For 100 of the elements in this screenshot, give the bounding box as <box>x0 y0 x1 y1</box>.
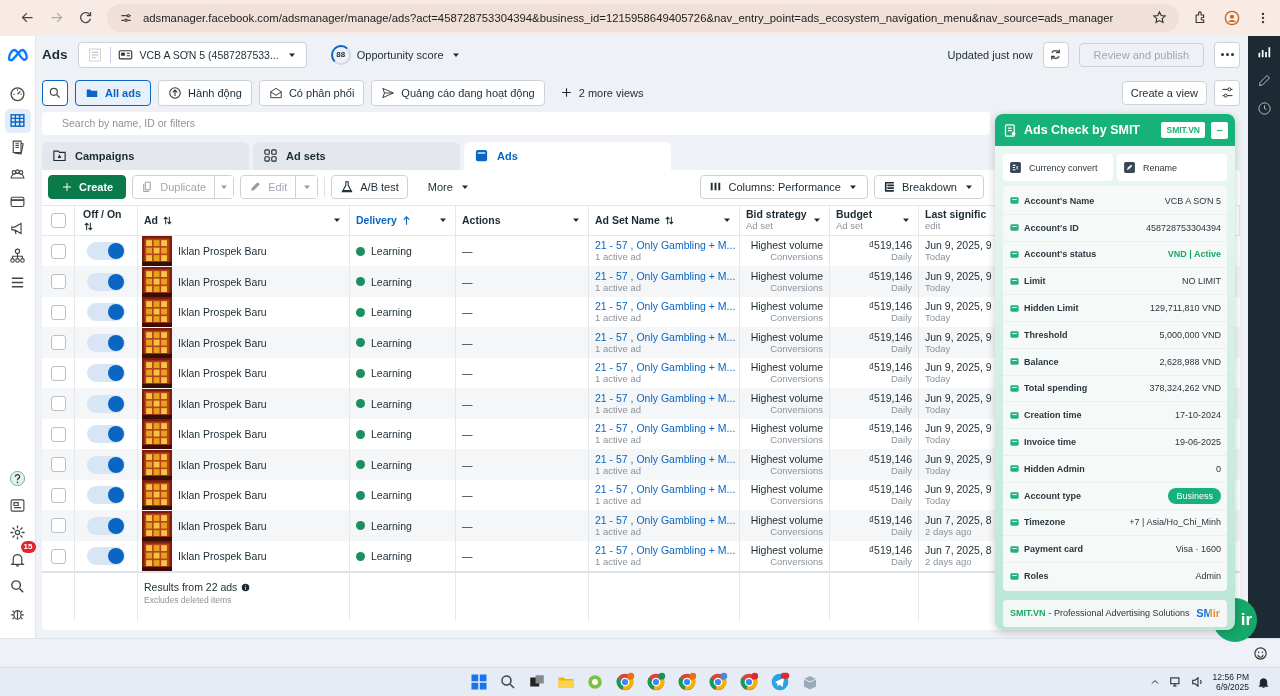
ad-name[interactable]: Iklan Prospek Baru <box>178 336 267 349</box>
browser-icon[interactable] <box>739 672 759 693</box>
ab-test-button[interactable]: A/B test <box>331 174 408 199</box>
ad-name[interactable]: Iklan Prospek Baru <box>178 306 267 319</box>
level-tab[interactable]: Campaigns <box>42 141 249 170</box>
column-header[interactable]: Bid strategy <box>746 208 807 221</box>
ad-name[interactable]: Iklan Prospek Baru <box>178 458 267 471</box>
toggle-switch[interactable] <box>87 394 125 413</box>
browser-icon[interactable] <box>708 672 728 693</box>
toggle-switch[interactable] <box>87 333 125 352</box>
search-icon[interactable] <box>9 577 26 595</box>
ad-name[interactable]: Iklan Prospek Baru <box>178 367 267 380</box>
breakdown-button[interactable]: Breakdown <box>873 174 984 199</box>
view-tab[interactable]: Có phân phối <box>258 79 365 106</box>
create-view-button[interactable]: Create a view <box>1121 80 1207 105</box>
select-all-checkbox[interactable] <box>50 212 66 228</box>
row-checkbox[interactable] <box>50 304 66 320</box>
row-checkbox[interactable] <box>50 518 66 534</box>
browser-icon[interactable] <box>646 672 666 693</box>
row-checkbox[interactable] <box>50 274 66 290</box>
column-header[interactable]: Last signific <box>925 208 987 221</box>
profile-icon[interactable] <box>1224 9 1240 26</box>
settings-icon[interactable] <box>9 523 26 541</box>
ad-name[interactable]: Iklan Prospek Baru <box>178 428 267 441</box>
network-icon[interactable] <box>1168 675 1183 690</box>
row-checkbox[interactable] <box>50 426 66 442</box>
sort-icon[interactable] <box>663 214 675 226</box>
ad-set-link[interactable]: 21 - 57 , Only Gambling + M... <box>595 300 736 313</box>
toggle-switch[interactable] <box>87 242 125 261</box>
ad-set-link[interactable]: 21 - 57 , Only Gambling + M... <box>595 391 736 404</box>
info-icon[interactable] <box>241 583 251 593</box>
more-views-button[interactable]: 2 more views <box>551 80 652 105</box>
view-tab[interactable]: Hành động <box>158 79 252 106</box>
news-icon[interactable] <box>9 496 26 514</box>
ad-set-link[interactable]: 21 - 57 , Only Gambling + M... <box>595 483 736 496</box>
clock-time[interactable]: 12:56 PM <box>1212 672 1249 683</box>
toggle-switch[interactable] <box>87 455 125 474</box>
panel-button[interactable]: Rename <box>1117 154 1227 181</box>
ad-set-link[interactable]: 21 - 57 , Only Gambling + M... <box>595 361 736 374</box>
sort-icon[interactable] <box>83 221 94 233</box>
ad-set-link[interactable]: 21 - 57 , Only Gambling + M... <box>595 544 736 557</box>
create-button[interactable]: Create <box>48 174 127 199</box>
ad-set-link[interactable]: 21 - 57 , Only Gambling + M... <box>595 239 736 252</box>
view-settings-button[interactable] <box>1214 79 1240 106</box>
column-header[interactable]: Delivery <box>356 214 397 227</box>
clock-icon[interactable] <box>1256 100 1272 116</box>
emoji-icon[interactable] <box>1253 645 1268 661</box>
view-tab[interactable]: Quảng cáo đang hoạt động <box>371 79 545 106</box>
ad-name[interactable]: Iklan Prospek Baru <box>178 275 267 288</box>
reload-icon[interactable] <box>78 10 93 26</box>
toggle-switch[interactable] <box>87 303 125 322</box>
help-icon[interactable] <box>9 469 26 487</box>
column-header[interactable]: Budget <box>836 208 873 221</box>
ad-name[interactable]: Iklan Prospek Baru <box>178 519 267 532</box>
more-button[interactable]: More <box>419 174 479 199</box>
toggle-switch[interactable] <box>87 486 125 505</box>
ad-set-link[interactable]: 21 - 57 , Only Gambling + M... <box>595 269 736 282</box>
toggle-switch[interactable] <box>87 516 125 535</box>
more-button[interactable] <box>1214 41 1240 68</box>
windows-start-icon[interactable] <box>470 673 488 692</box>
row-checkbox[interactable] <box>50 335 66 351</box>
ad-set-link[interactable]: 21 - 57 , Only Gambling + M... <box>595 452 736 465</box>
speaker-icon[interactable] <box>1190 675 1205 690</box>
ad-name[interactable]: Iklan Prospek Baru <box>178 489 267 502</box>
refresh-button[interactable] <box>1042 41 1069 68</box>
level-tab[interactable]: Ad sets <box>253 141 460 170</box>
browser-icon[interactable] <box>615 672 635 693</box>
ad-set-link[interactable]: 21 - 57 , Only Gambling + M... <box>595 330 736 343</box>
account-selector[interactable]: VCB A SƠN 5 (4587287533... <box>77 41 307 68</box>
row-checkbox[interactable] <box>50 548 66 564</box>
toggle-switch[interactable] <box>87 425 125 444</box>
toggle-switch[interactable] <box>87 547 125 566</box>
ad-set-link[interactable]: 21 - 57 , Only Gambling + M... <box>595 422 736 435</box>
rail-item[interactable] <box>4 108 31 133</box>
opportunity-score[interactable]: 88 Opportunity score <box>322 42 470 67</box>
browser-icon[interactable] <box>677 672 697 693</box>
ad-set-link[interactable]: 21 - 57 , Only Gambling + M... <box>595 513 736 526</box>
toggle-switch[interactable] <box>87 364 125 383</box>
telegram-icon[interactable] <box>770 672 790 693</box>
column-header[interactable]: Ad <box>144 214 158 227</box>
row-checkbox[interactable] <box>50 243 66 259</box>
ad-name[interactable]: Iklan Prospek Baru <box>178 397 267 410</box>
ad-name[interactable]: Iklan Prospek Baru <box>178 245 267 258</box>
clock-date[interactable]: 6/9/2025 <box>1215 682 1249 693</box>
notification-bell-icon[interactable] <box>1257 675 1270 689</box>
panel-button[interactable]: Currency convert <box>1003 154 1113 181</box>
sort-icon[interactable] <box>162 214 173 226</box>
row-checkbox[interactable] <box>50 365 66 381</box>
columns-button[interactable]: Columns: Performance <box>700 174 868 199</box>
column-header[interactable]: Ad Set Name <box>595 214 660 227</box>
column-header[interactable]: Actions <box>462 214 501 227</box>
toggle-switch[interactable] <box>87 272 125 291</box>
row-checkbox[interactable] <box>50 396 66 412</box>
search-button[interactable] <box>42 79 68 106</box>
pencil-icon[interactable] <box>1256 72 1272 88</box>
bookmark-star-icon[interactable] <box>1152 10 1167 26</box>
view-tab[interactable]: All ads <box>75 79 152 106</box>
row-checkbox[interactable] <box>50 457 66 473</box>
address-bar[interactable]: adsmanager.facebook.com/adsmanager/manage/ads?act=458728753304394&business_id=1215958649405726&nav_entry_point=ads_ecosystem_navigation_menu&nav_source=ads_manager <box>107 3 1179 32</box>
ad-name[interactable]: Iklan Prospek Baru <box>178 550 267 563</box>
